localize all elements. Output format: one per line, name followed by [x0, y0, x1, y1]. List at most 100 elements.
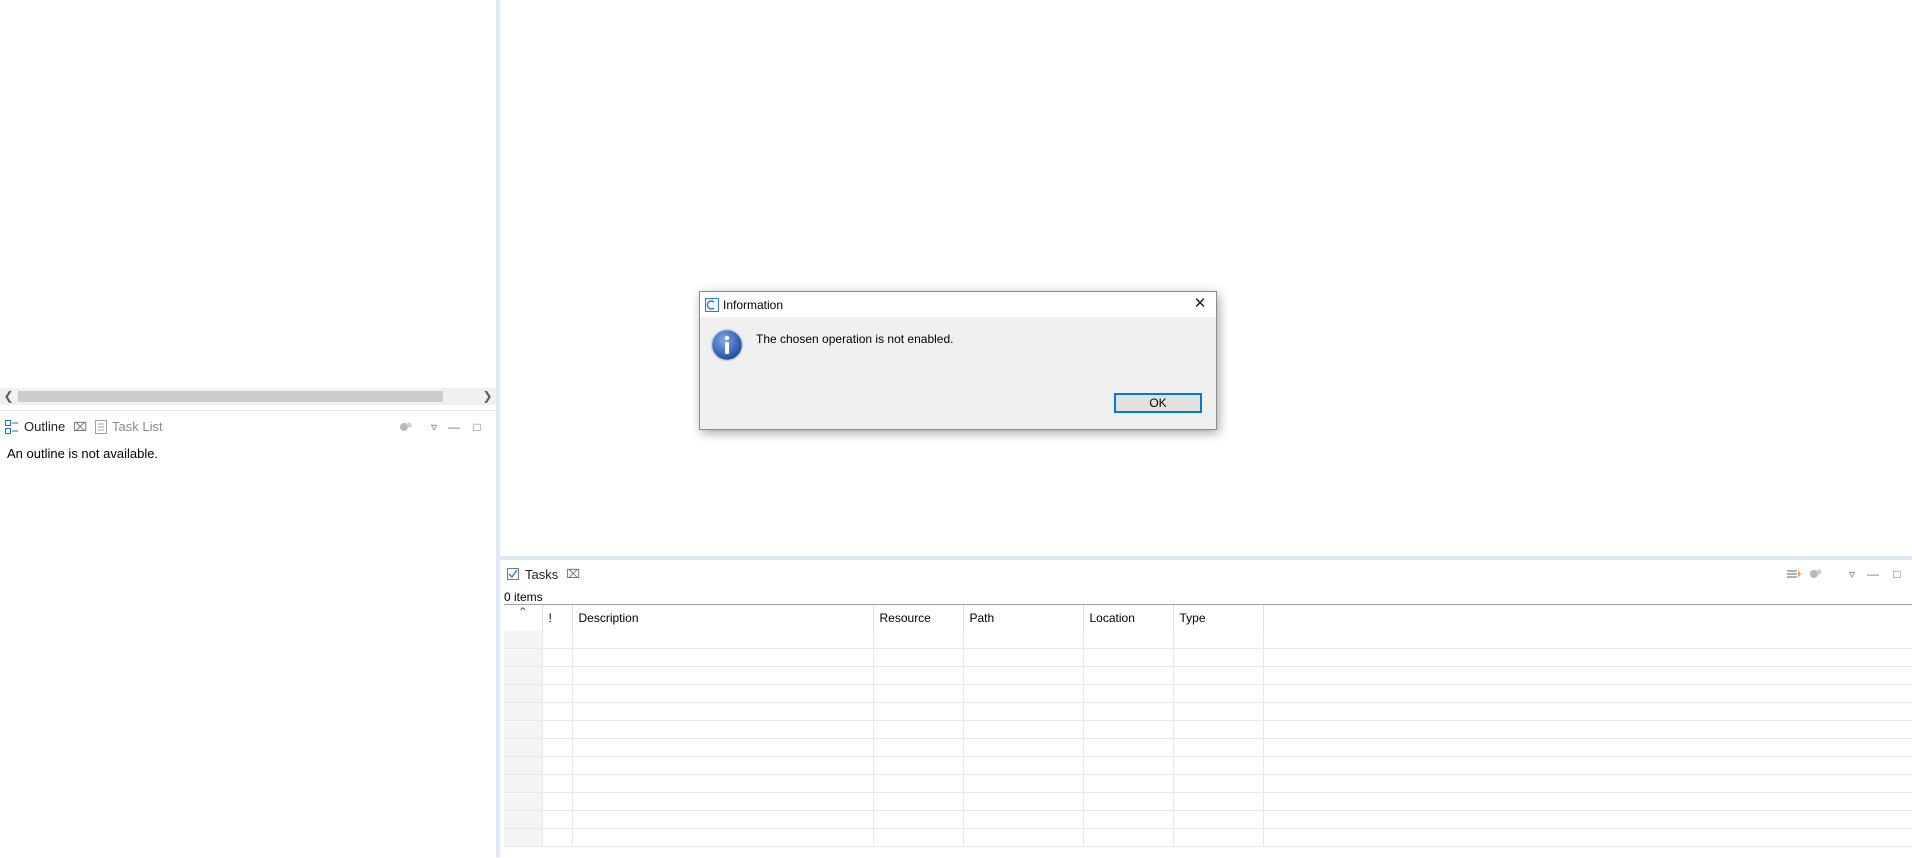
table-row[interactable] [504, 792, 1912, 811]
close-icon[interactable]: ✕ [1190, 294, 1210, 314]
close-icon[interactable]: ⌧ [566, 567, 580, 581]
tab-tasks[interactable]: Tasks ⌧ [506, 560, 580, 588]
table-cell [1263, 702, 1912, 721]
tab-task-list[interactable]: Task List [95, 411, 163, 442]
column-header-type[interactable]: Type [1173, 605, 1264, 631]
column-header-priority[interactable]: ! [542, 605, 573, 631]
table-cell [572, 684, 874, 703]
table-row[interactable] [504, 810, 1912, 829]
table-cell [504, 648, 543, 667]
table-cell [1173, 720, 1264, 739]
minimize-icon[interactable]: — [1863, 560, 1883, 588]
table-row[interactable] [504, 666, 1912, 685]
table-cell [1083, 684, 1174, 703]
table-cell [542, 828, 573, 847]
items-count: 0 items [504, 590, 543, 604]
close-icon[interactable]: ⌧ [73, 420, 87, 434]
table-cell [1173, 631, 1264, 649]
table-cell [1263, 738, 1912, 757]
outline-message: An outline is not available. [7, 446, 159, 461]
table-cell [504, 810, 543, 829]
horizontal-scrollbar[interactable]: ❮ ❯ [0, 388, 496, 405]
maximize-icon[interactable]: □ [1887, 560, 1907, 588]
focus-icon[interactable] [1806, 560, 1826, 588]
table-cell [1173, 648, 1264, 667]
table-cell [572, 792, 874, 811]
table-row[interactable] [504, 828, 1912, 847]
table-cell [572, 702, 874, 721]
table-cell [873, 828, 964, 847]
maximize-icon[interactable]: □ [467, 411, 487, 442]
focus-icon[interactable] [396, 411, 416, 442]
table-cell [542, 792, 573, 811]
scroll-right-icon[interactable]: ❯ [479, 388, 496, 405]
table-cell [1083, 810, 1174, 829]
tasks-grid: ⌃ ! Description Resource Path Location T… [504, 605, 1912, 847]
column-header-path[interactable]: Path [963, 605, 1084, 631]
column-header-location[interactable]: Location [1083, 605, 1174, 631]
table-cell [542, 720, 573, 739]
information-dialog: Information ✕ The chosen operation is no… [699, 291, 1217, 430]
info-icon [710, 328, 744, 362]
table-cell [963, 720, 1084, 739]
table-cell [963, 738, 1084, 757]
column-header-resource[interactable]: Resource [873, 605, 964, 631]
table-row[interactable] [504, 720, 1912, 739]
column-header-sort[interactable]: ⌃ [504, 605, 543, 631]
table-cell [1173, 666, 1264, 685]
table-cell [1083, 738, 1174, 757]
table-cell [1263, 631, 1912, 649]
table-cell [1083, 756, 1174, 775]
table-cell [1173, 774, 1264, 793]
table-cell [873, 648, 964, 667]
table-cell [542, 756, 573, 775]
table-cell [963, 684, 1084, 703]
table-cell [542, 666, 573, 685]
minimize-icon[interactable]: — [444, 411, 464, 442]
table-row[interactable] [504, 631, 1912, 649]
view-menu-icon[interactable]: ▿ [424, 411, 444, 442]
table-cell [572, 774, 874, 793]
table-cell [542, 648, 573, 667]
table-row[interactable] [504, 702, 1912, 721]
table-cell [1083, 792, 1174, 811]
table-cell [542, 810, 573, 829]
scroll-left-icon[interactable]: ❮ [0, 388, 17, 405]
table-cell [963, 810, 1084, 829]
tab-outline[interactable]: Outline ⌧ [5, 411, 87, 442]
table-cell [572, 648, 874, 667]
editor-area [500, 0, 1912, 556]
view-menu-icon[interactable]: ▿ [1842, 560, 1862, 588]
table-cell [1173, 828, 1264, 847]
scrollbar-thumb[interactable] [18, 391, 443, 402]
new-task-icon[interactable] [1784, 560, 1804, 588]
table-cell [572, 738, 874, 757]
table-cell [1173, 702, 1264, 721]
dialog-title: Information [723, 297, 784, 312]
table-row[interactable] [504, 756, 1912, 775]
outline-icon [5, 419, 18, 434]
column-header-description[interactable]: Description [572, 605, 874, 631]
table-row[interactable] [504, 738, 1912, 757]
table-cell [963, 648, 1084, 667]
table-cell [504, 666, 543, 685]
table-cell [504, 738, 543, 757]
table-row[interactable] [504, 774, 1912, 793]
app-icon [705, 297, 719, 312]
table-cell [873, 631, 964, 649]
table-cell [1263, 684, 1912, 703]
table-cell [1083, 666, 1174, 685]
table-cell [963, 774, 1084, 793]
table-cell [1263, 810, 1912, 829]
tab-task-list-label: Task List [112, 419, 163, 434]
ok-button[interactable]: OK [1114, 393, 1202, 413]
table-cell [542, 738, 573, 757]
table-row[interactable] [504, 648, 1912, 667]
table-row[interactable] [504, 684, 1912, 703]
table-cell [542, 631, 573, 649]
table-cell [873, 756, 964, 775]
table-cell [572, 631, 874, 649]
table-cell [504, 684, 543, 703]
table-cell [873, 702, 964, 721]
dialog-titlebar[interactable]: Information ✕ [700, 292, 1216, 317]
